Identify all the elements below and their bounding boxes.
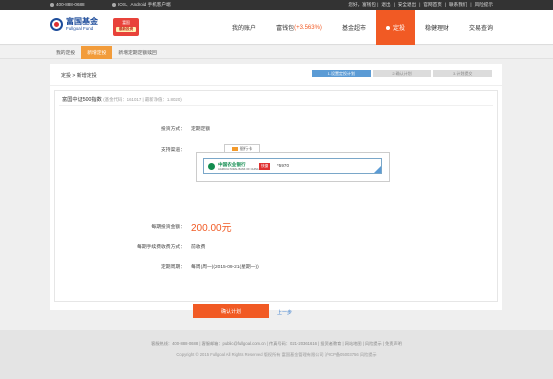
logo-icon [50,17,63,31]
period-value: 每周(周一)(2015-09-21(星期一)) [191,265,259,270]
nav-label: 基金超市 [341,26,366,32]
nav-my-account[interactable]: 我的账户 [222,10,266,45]
logo-cn: 富国基金 [66,17,98,26]
fund-title: 富国中证500指数 (基金代码：161017 | 最新净值：1.8020) [62,96,182,103]
channel-panel: 中国农业银行 AGRICULTURAL BANK OF CHINA 快捷 *59… [196,152,390,182]
selected-check-icon [374,166,381,173]
user-links: 您好，富钱包 | 退出 | 安全退出 | 官网首页 | 联系我们 | 风险提示 [348,2,493,8]
step-3: 3.计划提交 [433,70,493,77]
step-1: 1.设置定投计划 [312,70,371,77]
footer: 客服热线：400-888-0688 | 客服邮箱：public@fullgoal… [0,330,553,379]
logo-en: Fullgoal Fund [66,26,94,31]
nav-label: 我的账户 [232,26,257,32]
fund-name: 富国中证500指数 [62,97,102,103]
safe-logout-link[interactable]: 安全退出 [398,2,416,8]
hotline-number: 400-888-0688 [56,2,85,7]
mobile-client-link[interactable]: IOS、Android 手机客户端 [112,2,171,8]
footer-links: 客服热线：400-888-0688 | 客服邮箱：public@fullgoal… [151,341,402,346]
bank-name-en: AGRICULTURAL BANK OF CHINA [218,168,259,171]
footer-copyright: Copyright © 2015 Fullgoal All Rights Res… [176,352,377,357]
top-bar: 400-888-0688 IOS、Android 手机客户端 您好，富钱包 | … [0,0,553,10]
nav-fixed-invest[interactable]: 定投 [375,10,415,45]
card-number: *5970 [277,163,290,168]
mobile-client-label[interactable]: IOS、Android 手机客户端 [118,2,171,8]
mobile-icon [112,3,116,7]
card-icon [231,147,238,151]
nav-trade-query[interactable]: 交易查询 [459,10,503,45]
amount-label: 每期投资金额： [151,225,185,230]
active-dot-icon [385,25,390,30]
period-label: 定期周期： [161,265,185,270]
greeting: 您好，富钱包 | [348,2,379,7]
channel-label: 支持渠道： [161,148,185,153]
step-progress: 1.设置定投计划 2.确认计划 3.计划提交 [312,70,493,77]
contact-link[interactable]: 联系我们 [449,2,467,8]
header: 富国基金 Fullgoal Fund 富国 最新投资 我的账户 富钱包 (+3.5… [0,10,553,45]
nav-wallet[interactable]: 富钱包 (+3.563%) [266,10,332,45]
phone-icon [50,2,54,7]
invest-method-label: 投资方式： [161,127,185,132]
nav-label: 富钱包 [276,26,295,32]
invest-method-value: 定期定额 [191,127,211,132]
breadcrumb: 定投 > 新增定投 [61,73,97,79]
promo-top: 富国 [122,21,130,25]
confirm-plan-button[interactable]: 确认计划 [193,304,269,318]
fund-form-box: 富国中证500指数 (基金代码：161017 | 最新净值：1.8020) 投资… [54,90,498,318]
step-2: 2.确认计划 [372,70,432,77]
quick-pay-badge: 快捷 [259,163,271,170]
risk-link[interactable]: 风险提示 [475,2,493,8]
home-link[interactable]: 官网首页 [423,2,441,8]
divider [50,85,502,86]
nav-label: 交易查询 [468,26,493,32]
main-card: 定投 > 新增定投 1.设置定投计划 2.确认计划 3.计划提交 富国中证500… [50,64,502,318]
sub-nav: 我的定投 新增定投 新增定期定额赎回 [0,46,553,59]
fee-value: 前收费 [191,245,206,250]
promo-bottom: 最新投资 [116,27,136,32]
subnav-my-plans[interactable]: 我的定投 [50,46,81,59]
fund-meta: (基金代码：161017 | 最新净值：1.8020) [103,97,182,102]
separator: | [393,2,395,7]
hotline: 400-888-0688 [50,2,85,7]
nav-label: 定投 [392,26,405,32]
wallet-yield: (+3.563%) [294,24,322,31]
prev-step-link[interactable]: 上一步 [277,309,292,316]
logout-link[interactable]: 退出 [381,2,390,8]
fee-label: 每期手续费收费方式： [137,245,185,250]
logo[interactable]: 富国基金 Fullgoal Fund [50,17,98,31]
separator: | [419,2,421,7]
main-nav: 我的账户 富钱包 (+3.563%) 基金超市 定投 稳健理财 交易查询 [222,10,503,45]
bank-card-option[interactable]: 中国农业银行 AGRICULTURAL BANK OF CHINA 快捷 *59… [203,158,382,174]
divider [59,105,493,106]
promo-badge[interactable]: 富国 最新投资 [113,18,139,36]
nav-label: 稳健理财 [424,26,449,32]
nav-stable-finance[interactable]: 稳健理财 [415,10,459,45]
subnav-new-redeem[interactable]: 新增定期定额赎回 [112,46,162,59]
abc-bank-icon [208,163,215,170]
nav-fund-market[interactable]: 基金超市 [332,10,376,45]
separator: | [444,2,447,7]
amount-value: 200.00元 [191,223,232,234]
separator: | [470,2,472,7]
subnav-new-plan[interactable]: 新增定投 [81,46,113,59]
